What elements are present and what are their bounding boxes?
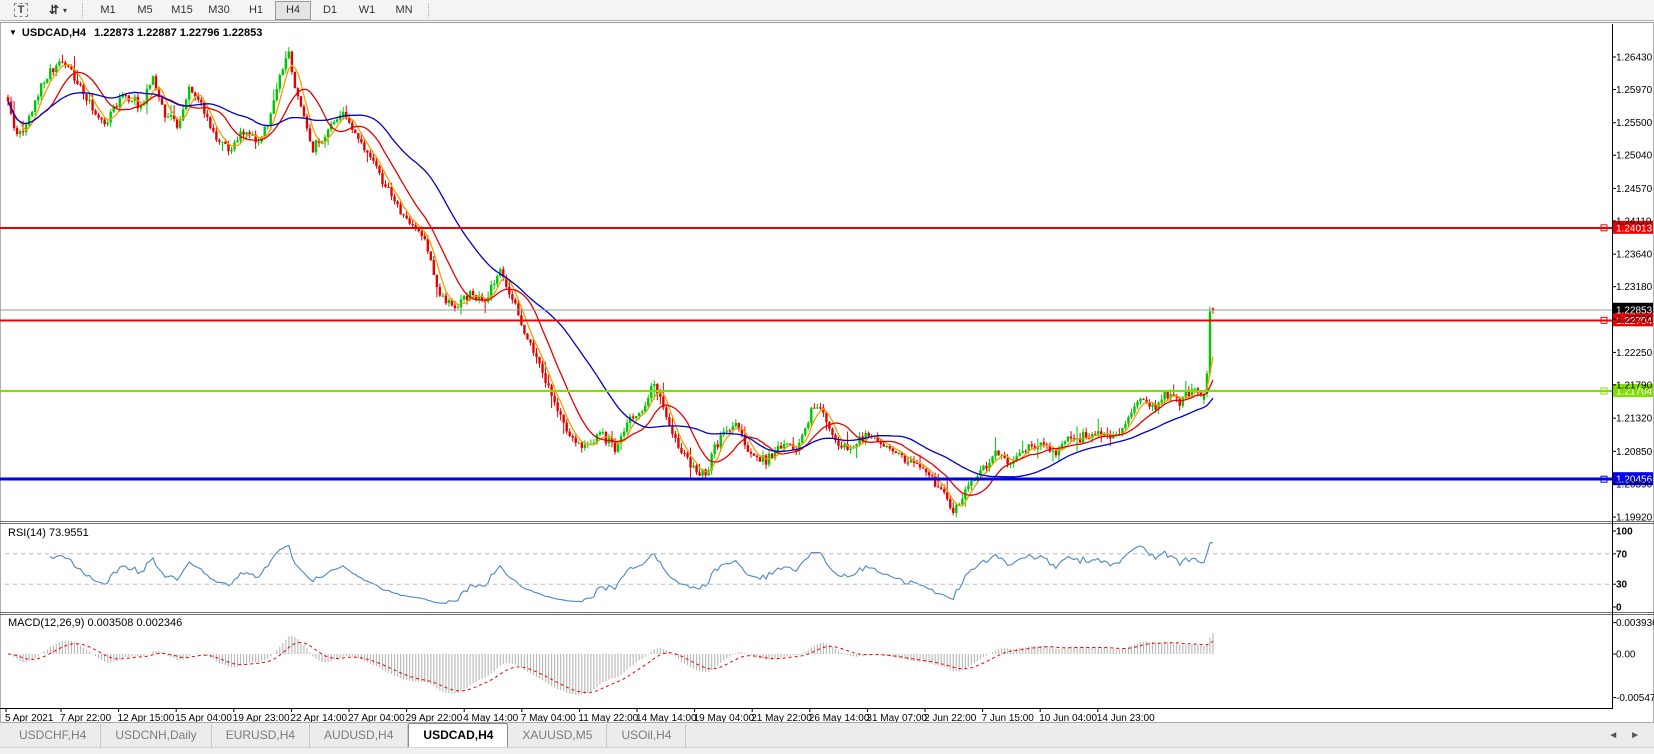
timeframe-h1-button[interactable]: H1 <box>238 1 274 20</box>
toolbar-separator <box>82 3 84 18</box>
timeframe-h4-button[interactable]: H4 <box>275 1 311 20</box>
timeframe-w1-button[interactable]: W1 <box>349 1 385 20</box>
toolbar: T ⇵ ▾ M1 M5 M15 M30 H1 H4 D1 W1 MN <box>0 0 1654 21</box>
svg-text:1.20390: 1.20390 <box>1616 479 1653 490</box>
dropdown-caret-icon: ▾ <box>63 6 67 15</box>
svg-text:0: 0 <box>1616 603 1622 614</box>
svg-text:1.26430: 1.26430 <box>1616 53 1653 64</box>
svg-text:0.00: 0.00 <box>1616 650 1636 661</box>
cursor-mode-button[interactable]: ⇵ ▾ <box>40 1 76 20</box>
timeframe-m1-button[interactable]: M1 <box>90 1 126 20</box>
svg-text:1.20850: 1.20850 <box>1616 447 1653 458</box>
svg-text:-0.00547: -0.00547 <box>1616 693 1654 704</box>
svg-text:1.25970: 1.25970 <box>1616 85 1653 96</box>
symbol-period-label: USDCAD,H4 <box>22 27 86 39</box>
svg-text:1.19920: 1.19920 <box>1616 513 1653 524</box>
status-bar <box>0 747 1654 754</box>
tab-usdcad-h4[interactable]: USDCAD,H4 <box>408 723 508 748</box>
tab-xauusd-m5[interactable]: XAUUSD,M5 <box>508 724 607 747</box>
svg-text:70: 70 <box>1616 549 1628 560</box>
timeframe-m15-button[interactable]: M15 <box>164 1 200 20</box>
chart-title: ▼ USDCAD,H4 1.22873 1.22887 1.22796 1.2285… <box>9 27 262 39</box>
tabs-scroll-right-icon[interactable]: ► <box>1630 730 1640 741</box>
tab-usdcnh-daily[interactable]: USDCNH,Daily <box>101 724 211 747</box>
rsi-label: RSI(14) 73.9551 <box>8 527 89 539</box>
ohlc-values: 1.22873 1.22887 1.22796 1.22853 <box>94 27 262 39</box>
arrows-icon: ⇵ <box>49 3 59 17</box>
timeframe-m30-button[interactable]: M30 <box>201 1 237 20</box>
tab-usoil-h4[interactable]: USOil,H4 <box>607 724 686 747</box>
timeframe-mn-button[interactable]: MN <box>386 1 422 20</box>
text-tool-icon: T <box>14 3 29 17</box>
toolbar-separator <box>428 3 430 18</box>
tabs-scroll-left-icon[interactable]: ◄ <box>1608 730 1618 741</box>
svg-text:1.25040: 1.25040 <box>1616 151 1653 162</box>
svg-text:1.25500: 1.25500 <box>1616 118 1653 129</box>
svg-text:1.21320: 1.21320 <box>1616 414 1653 425</box>
text-tool-button[interactable]: T <box>3 1 39 20</box>
collapse-chart-icon[interactable]: ▼ <box>9 28 17 37</box>
svg-text:1.23640: 1.23640 <box>1616 250 1653 261</box>
svg-text:1.22720: 1.22720 <box>1616 315 1653 326</box>
chart-tab-bar: USDCHF,H4 USDCNH,Daily EURUSD,H4 AUDUSD,… <box>0 722 1654 747</box>
svg-text:0.003936: 0.003936 <box>1616 618 1654 629</box>
svg-text:1.21790: 1.21790 <box>1616 380 1653 391</box>
tab-usdchf-h4[interactable]: USDCHF,H4 <box>5 724 101 747</box>
svg-text:1.24570: 1.24570 <box>1616 184 1653 195</box>
tab-audusd-h4[interactable]: AUDUSD,H4 <box>310 724 408 747</box>
svg-text:1.24110: 1.24110 <box>1616 216 1652 227</box>
tab-eurusd-h4[interactable]: EURUSD,H4 <box>212 724 310 747</box>
svg-text:1.23180: 1.23180 <box>1616 282 1653 293</box>
chart-canvas[interactable]: 1.228531.240131.227041.217041.204561.264… <box>0 0 1654 754</box>
macd-label: MACD(12,26,9) 0.003508 0.002346 <box>8 617 182 629</box>
timeframe-d1-button[interactable]: D1 <box>312 1 348 20</box>
svg-text:100: 100 <box>1616 527 1633 538</box>
svg-text:30: 30 <box>1616 580 1628 591</box>
svg-text:1.22250: 1.22250 <box>1616 348 1653 359</box>
timeframe-m5-button[interactable]: M5 <box>127 1 163 20</box>
